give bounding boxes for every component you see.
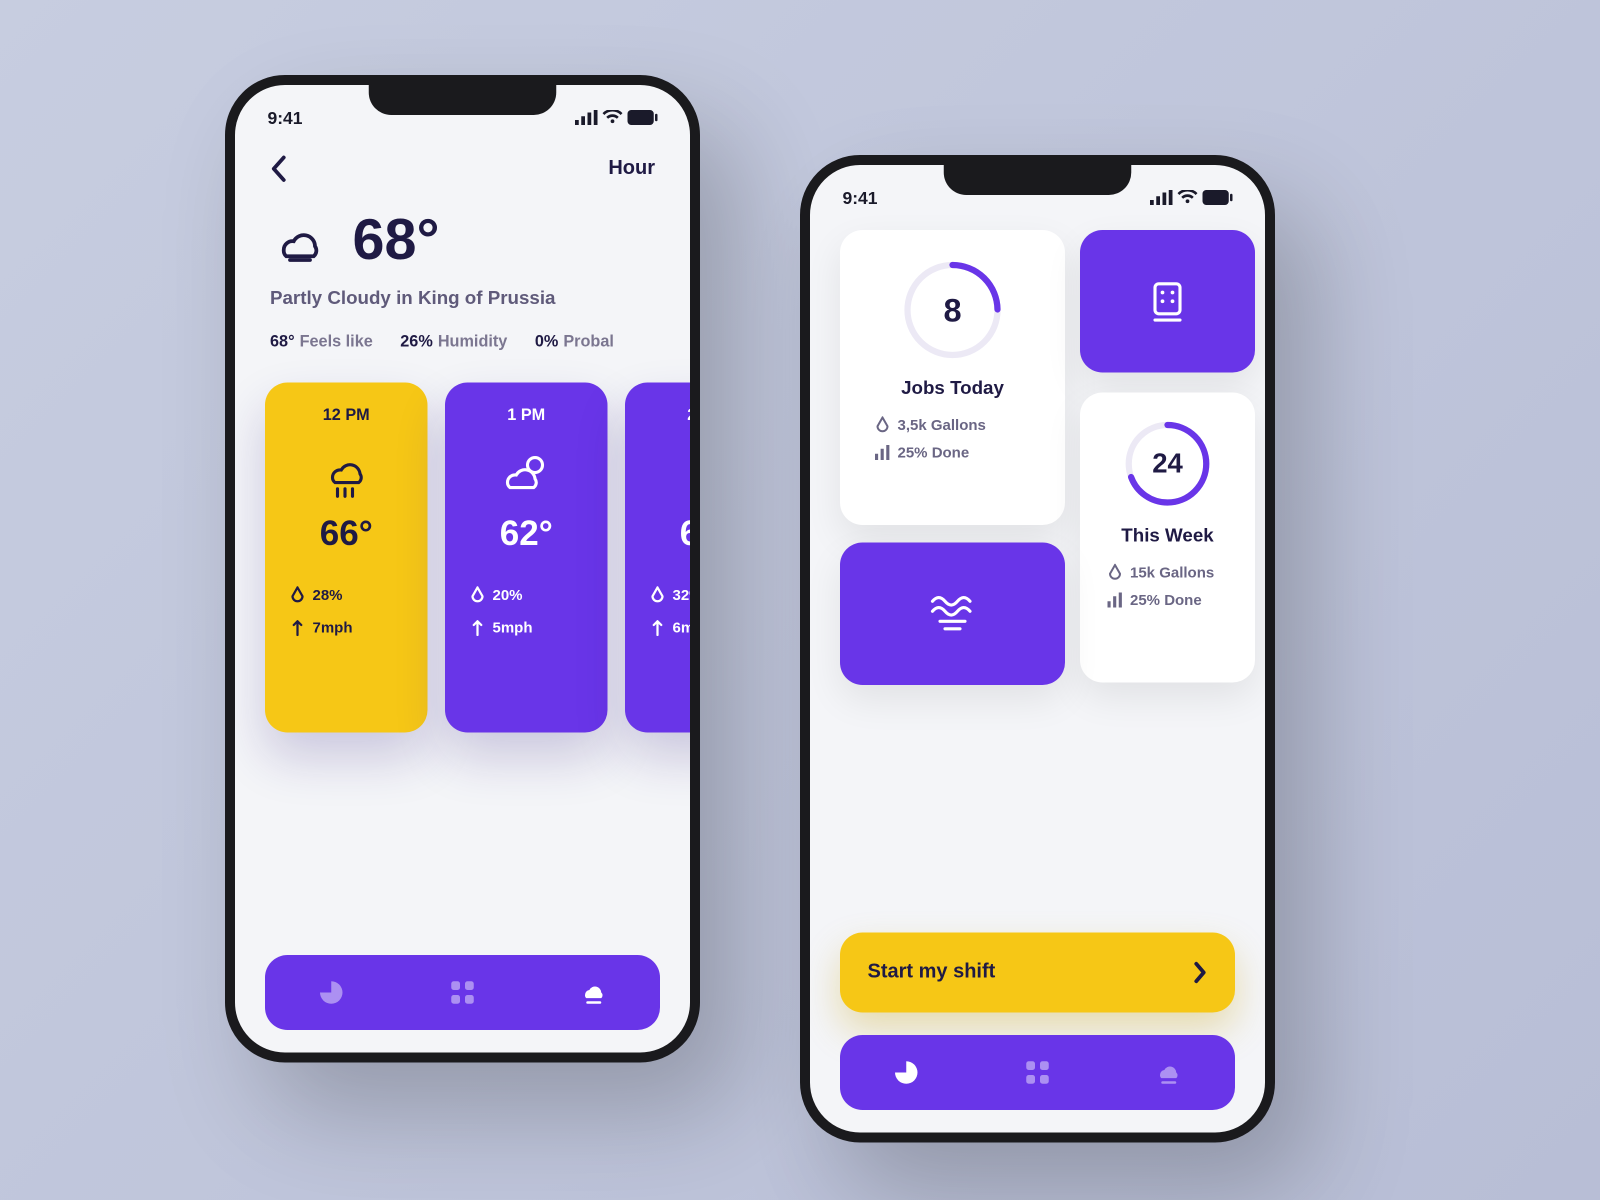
nav-grid-icon[interactable] bbox=[446, 976, 479, 1009]
back-icon[interactable] bbox=[270, 155, 288, 183]
water-icon bbox=[925, 589, 980, 639]
bottom-nav bbox=[840, 1035, 1235, 1110]
week-done: 25% Done bbox=[1130, 591, 1202, 609]
drop-icon bbox=[650, 586, 665, 604]
bars-icon bbox=[875, 445, 890, 460]
forecast-wind: 7mph bbox=[313, 619, 353, 637]
prob-label: Probal bbox=[563, 331, 614, 350]
nav-grid-icon[interactable] bbox=[1021, 1056, 1054, 1089]
drop-icon bbox=[875, 416, 890, 434]
forecast-temp: 62° bbox=[465, 514, 588, 554]
wind-arrow-icon bbox=[650, 619, 665, 637]
bars-icon bbox=[1108, 593, 1123, 608]
forecast-card[interactable]: 1 PM 62° 20% 5mph bbox=[445, 383, 608, 733]
dashboard-screen: 9:41 8 Jobs Today 3,5k Gallons 25% Done bbox=[800, 155, 1275, 1143]
dashboard-grid: 8 Jobs Today 3,5k Gallons 25% Done 24 Th… bbox=[840, 230, 1235, 780]
humidity-value: 26% bbox=[400, 331, 433, 350]
battery-icon bbox=[1203, 190, 1233, 205]
signal-icon bbox=[575, 110, 598, 125]
rain-cloud-icon bbox=[318, 449, 376, 502]
nav-stats-icon[interactable] bbox=[890, 1056, 923, 1089]
jobs-title: Jobs Today bbox=[865, 378, 1040, 399]
wind-arrow-icon bbox=[470, 619, 485, 637]
forecast-humidity: 32% bbox=[673, 586, 701, 604]
partly-cloudy-icon bbox=[498, 449, 556, 502]
weather-meta: 68° Feels like 26% Humidity 0% Probal bbox=[265, 331, 660, 350]
forecast-temp: 66° bbox=[285, 514, 408, 554]
wifi-icon bbox=[1178, 190, 1198, 205]
start-shift-label: Start my shift bbox=[868, 961, 996, 984]
signal-icon bbox=[1150, 190, 1173, 205]
jobs-value: 8 bbox=[898, 255, 1008, 365]
chevron-right-icon bbox=[1193, 961, 1208, 984]
wind-arrow-icon bbox=[290, 619, 305, 637]
forecast-humidity: 28% bbox=[313, 586, 343, 604]
jobs-ring: 8 bbox=[898, 255, 1008, 365]
prob-value: 0% bbox=[535, 331, 558, 350]
week-value: 24 bbox=[1119, 415, 1217, 513]
battery-icon bbox=[628, 110, 658, 125]
forecast-temp: 64° bbox=[645, 514, 700, 554]
notch bbox=[369, 85, 557, 115]
weather-screen: 9:41 Hour 68° Partly Cloudy in King of P… bbox=[225, 75, 700, 1063]
wifi-icon bbox=[603, 110, 623, 125]
drop-icon bbox=[1108, 564, 1123, 582]
forecast-card[interactable]: 12 PM 66° 28% 7mph bbox=[265, 383, 428, 733]
feels-label: Feels like bbox=[300, 331, 373, 350]
cloud-icon bbox=[270, 214, 330, 264]
this-week-card[interactable]: 24 This Week 15k Gallons 25% Done bbox=[1080, 393, 1255, 683]
condition-text: Partly Cloudy in King of Prussia bbox=[265, 288, 660, 309]
jobs-today-card[interactable]: 8 Jobs Today 3,5k Gallons 25% Done bbox=[840, 230, 1065, 525]
forecast-wind: 5mph bbox=[493, 619, 533, 637]
status-icons bbox=[575, 110, 658, 125]
temp-value: 68° bbox=[353, 205, 440, 273]
humidity-label: Humidity bbox=[438, 331, 508, 350]
week-ring: 24 bbox=[1119, 415, 1217, 513]
cloud-icon bbox=[678, 451, 701, 499]
forecast-row: 12 PM 66° 28% 7mph 1 PM 62° 20% 5mph bbox=[265, 383, 660, 733]
building-tile[interactable] bbox=[1080, 230, 1255, 373]
drop-icon bbox=[290, 586, 305, 604]
jobs-done: 25% Done bbox=[898, 444, 970, 462]
bottom-nav bbox=[265, 955, 660, 1030]
water-tile[interactable] bbox=[840, 543, 1065, 686]
building-icon bbox=[1143, 276, 1193, 326]
week-gallons: 15k Gallons bbox=[1130, 564, 1214, 582]
forecast-time: 12 PM bbox=[285, 405, 408, 424]
nav-stats-icon[interactable] bbox=[315, 976, 348, 1009]
forecast-time: 2 PM bbox=[645, 405, 700, 424]
drop-icon bbox=[470, 586, 485, 604]
week-title: This Week bbox=[1098, 525, 1238, 546]
nav-weather-icon[interactable] bbox=[1153, 1056, 1186, 1089]
status-icons bbox=[1150, 190, 1233, 205]
forecast-wind: 6mph bbox=[673, 619, 701, 637]
notch bbox=[944, 165, 1132, 195]
status-time: 9:41 bbox=[843, 188, 878, 208]
forecast-humidity: 20% bbox=[493, 586, 523, 604]
status-time: 9:41 bbox=[268, 108, 303, 128]
header-hour[interactable]: Hour bbox=[608, 158, 655, 181]
feels-value: 68° bbox=[270, 331, 295, 350]
nav-weather-icon[interactable] bbox=[578, 976, 611, 1009]
current-temp: 68° bbox=[265, 205, 660, 273]
forecast-time: 1 PM bbox=[465, 405, 588, 424]
forecast-card[interactable]: 2 PM 64° 32% 6mph bbox=[625, 383, 700, 733]
start-shift-button[interactable]: Start my shift bbox=[840, 933, 1235, 1013]
jobs-gallons: 3,5k Gallons bbox=[898, 416, 986, 434]
